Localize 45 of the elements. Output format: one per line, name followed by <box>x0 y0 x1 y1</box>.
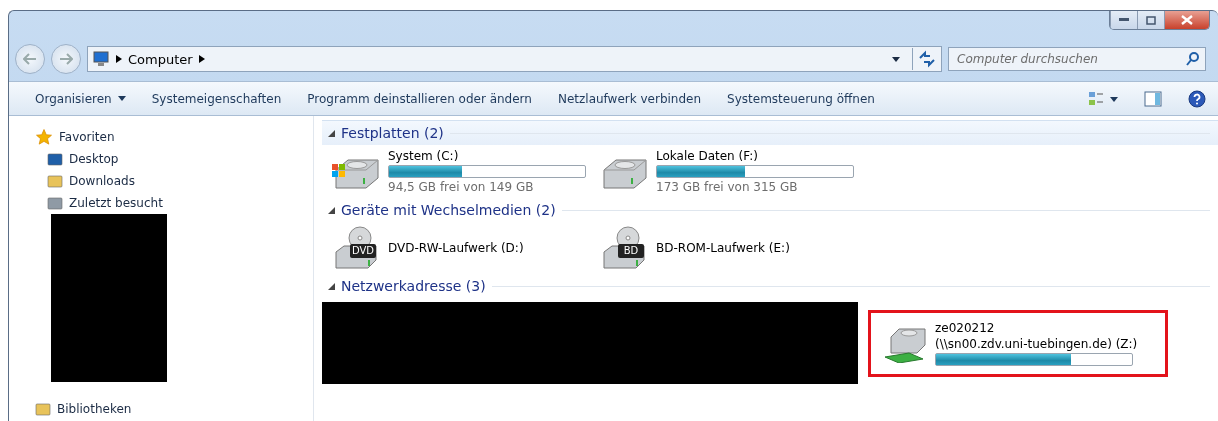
forward-arrow-icon <box>59 53 73 65</box>
address-bar[interactable]: Computer <box>87 46 942 72</box>
computer-icon <box>92 51 110 67</box>
view-options-icon[interactable] <box>1088 90 1118 107</box>
search-icon[interactable] <box>1186 52 1200 66</box>
sidebar-heading[interactable]: Bibliotheken <box>57 402 132 416</box>
close-icon <box>1181 15 1193 25</box>
back-arrow-icon <box>23 53 37 65</box>
search-field[interactable]: Computer durchsuchen <box>948 47 1206 71</box>
sidebar-heading[interactable]: Favoriten <box>59 130 115 144</box>
sidebar-item[interactable]: Zuletzt besucht <box>69 196 163 210</box>
drive-badge: BD <box>618 244 644 258</box>
drive-name[interactable]: DVD-RW-Laufwerk (D:) <box>388 241 524 255</box>
maximize-button[interactable] <box>1137 11 1164 29</box>
sidebar-item[interactable]: Desktop <box>69 152 119 166</box>
dropdown-icon[interactable] <box>892 56 900 62</box>
free-space: 94,5 GB frei von 149 GB <box>388 180 535 194</box>
collapse-icon[interactable] <box>328 206 335 214</box>
drive-badge: DVD <box>350 244 377 258</box>
toolbar-button[interactable]: Systemsteuerung öffnen <box>717 87 885 110</box>
free-space: 173 GB frei von 315 GB <box>656 180 799 194</box>
close-button[interactable] <box>1164 11 1209 29</box>
minimize-button[interactable] <box>1110 11 1137 29</box>
drive-path: (\\sn00.zdv.uni-tuebingen.de) (Z:) <box>935 336 1138 351</box>
toolbar-button[interactable]: Programm deinstallieren oder ändern <box>297 87 542 110</box>
drive-name[interactable]: BD-ROM-Laufwerk (E:) <box>656 241 790 255</box>
toolbar-button[interactable]: Organisieren <box>25 87 136 110</box>
sidebar-item[interactable]: Downloads <box>69 174 135 188</box>
drive-name[interactable]: Lokale Daten (F:) <box>656 149 854 163</box>
star-icon <box>35 128 53 146</box>
help-icon[interactable] <box>1188 89 1206 108</box>
toolbar-button[interactable]: Netzlaufwerk verbinden <box>547 87 712 110</box>
chevron-icon <box>116 55 122 63</box>
group-heading: Festplatten (2) <box>341 125 444 141</box>
minimize-icon <box>1119 18 1129 22</box>
toolbar-button[interactable]: Systemeigenschaften <box>141 87 292 110</box>
collapse-icon[interactable] <box>328 129 335 137</box>
group-heading: Geräte mit Wechselmedien (2) <box>341 202 556 218</box>
drive-name[interactable]: ze020212 <box>935 320 1138 335</box>
collapse-icon[interactable] <box>328 282 335 290</box>
breadcrumb[interactable]: Computer <box>128 51 193 67</box>
group-heading: Netzwerkadresse (3) <box>341 278 486 294</box>
chevron-icon <box>198 55 205 63</box>
drive-name[interactable]: System (C:) <box>388 149 586 163</box>
maximize-icon <box>1146 15 1156 25</box>
